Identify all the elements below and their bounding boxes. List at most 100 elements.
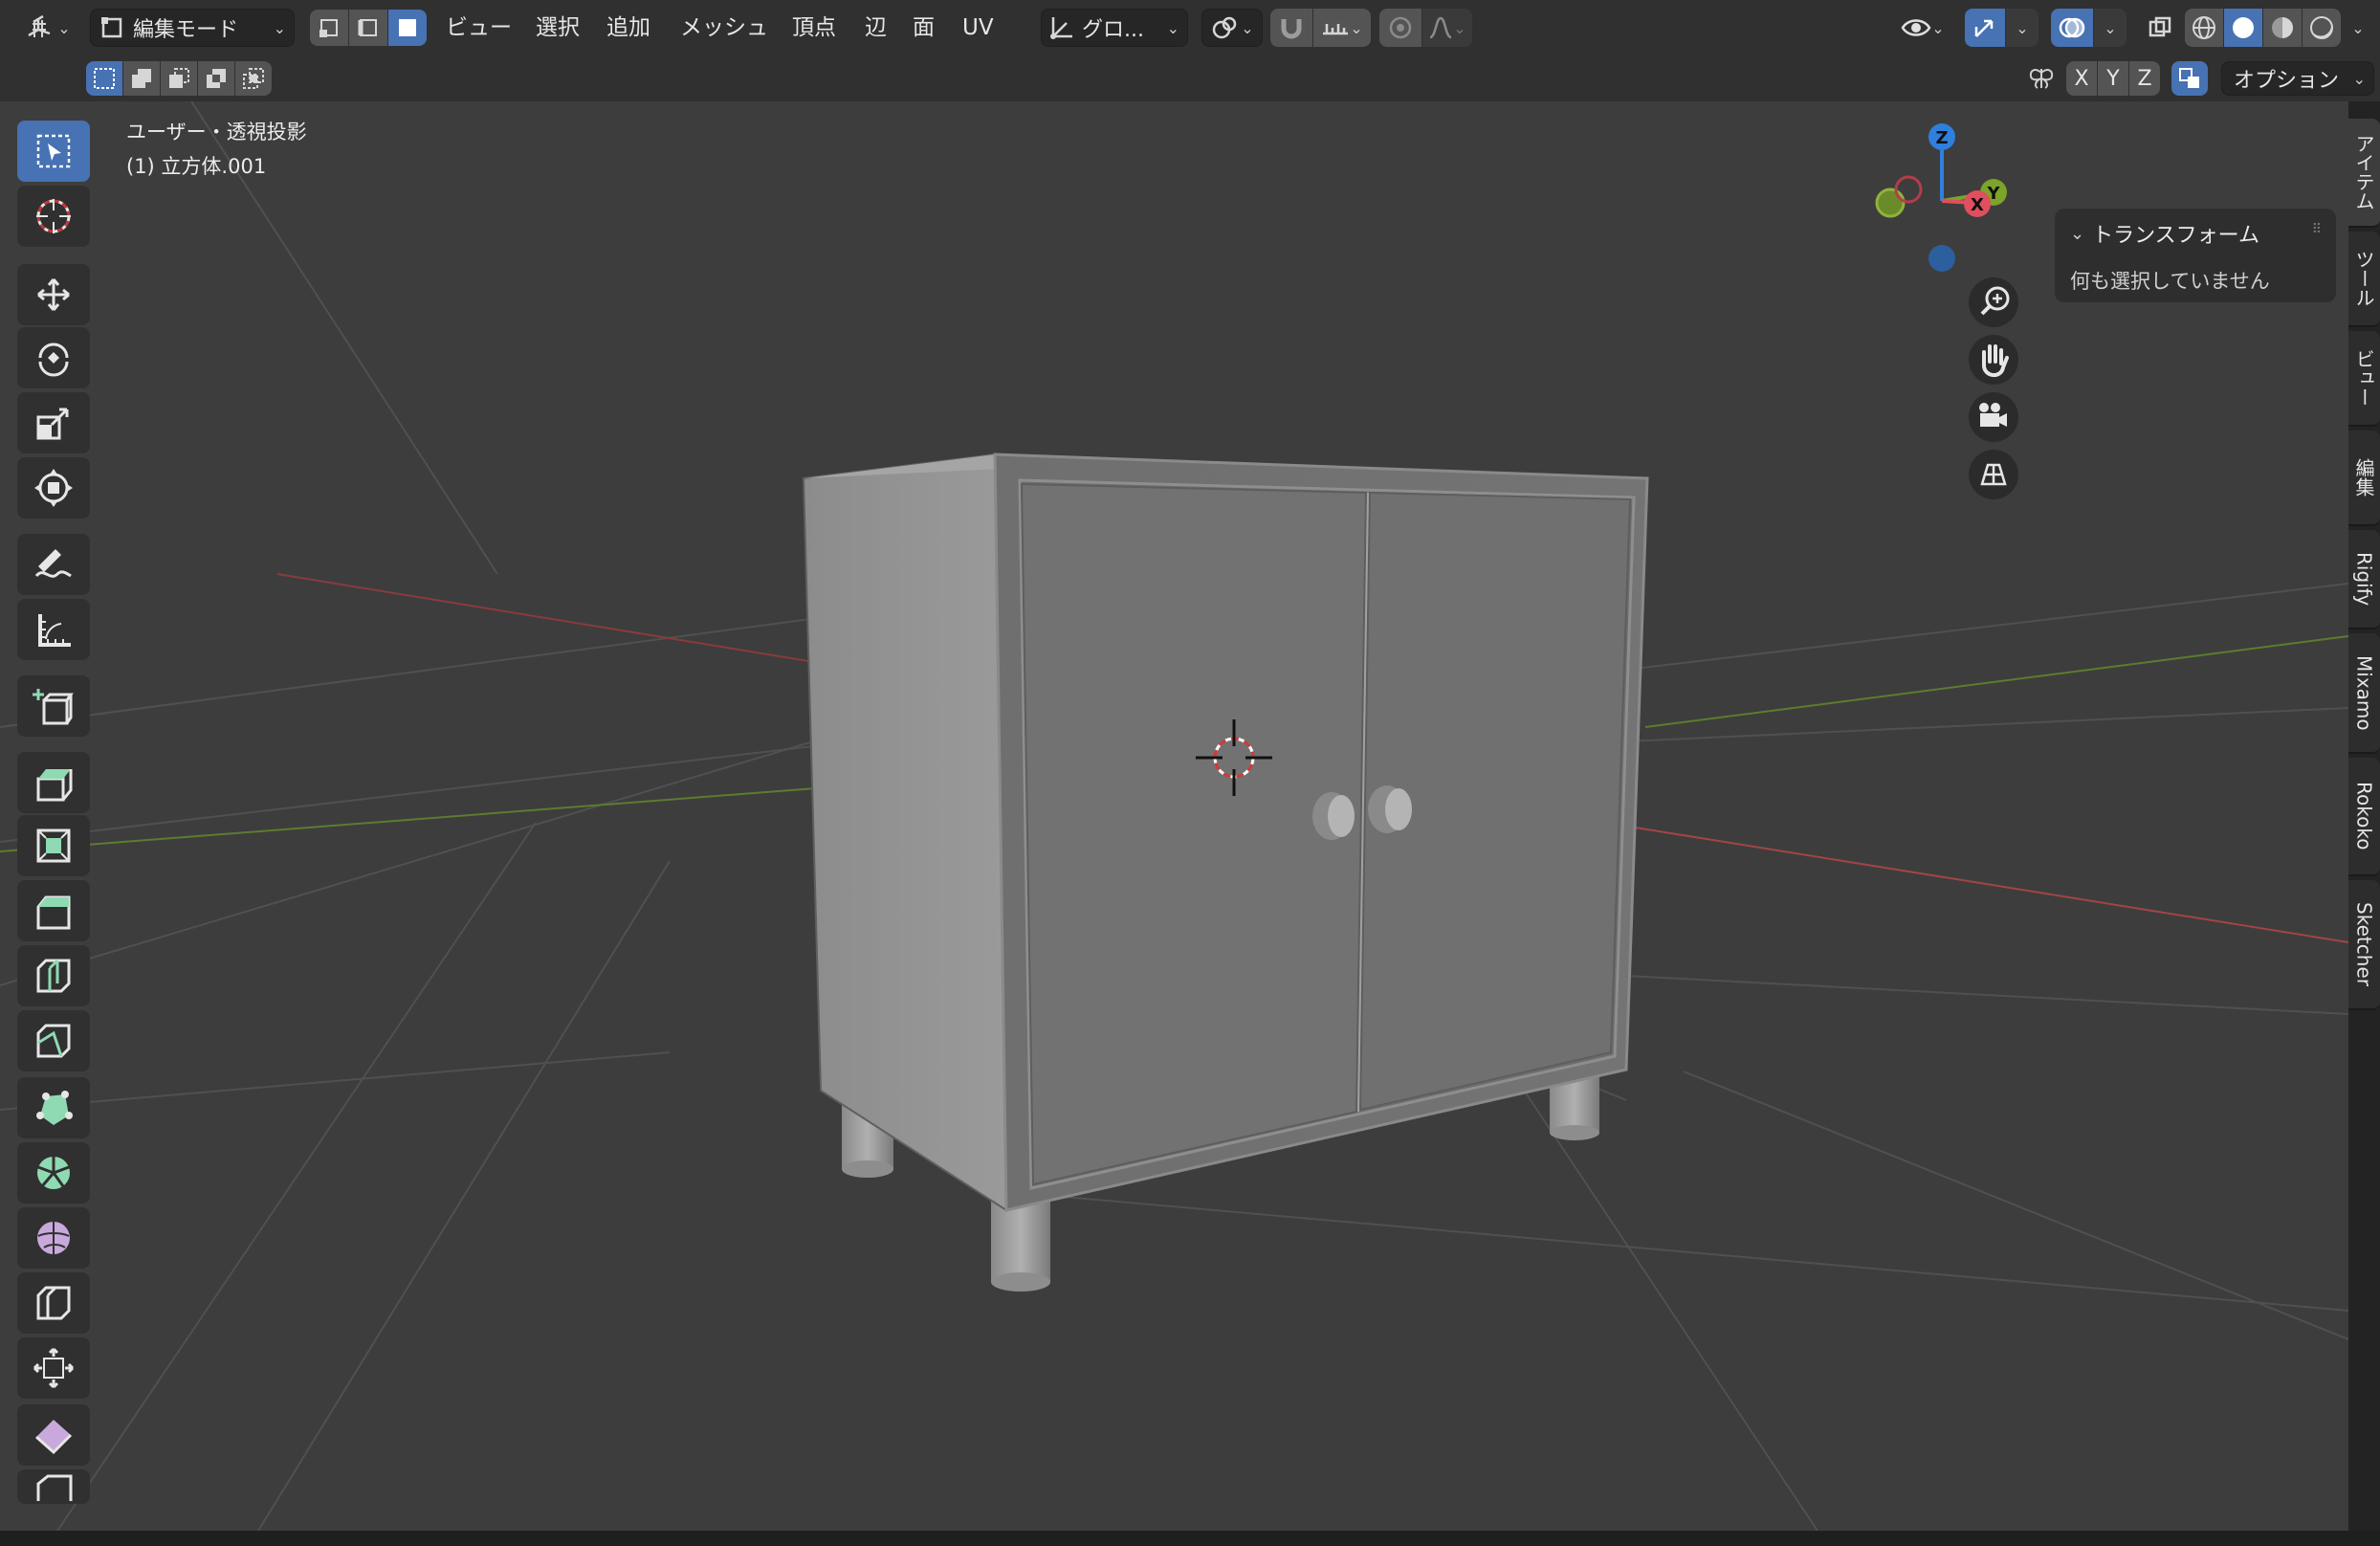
visibility-selectability-dropdown[interactable]: ⌄ [1896,9,1950,47]
menu-uv[interactable]: UV [957,10,1000,46]
tool-rotate[interactable] [17,327,90,388]
mirror-y-toggle[interactable]: Y [2098,61,2128,96]
tool-cursor[interactable] [17,186,90,247]
tool-move[interactable] [17,264,90,325]
edge-select-mode-button[interactable] [349,10,387,46]
menu-vertex[interactable]: 頂点 [786,10,842,46]
gizmo-neg-x-axis[interactable] [1894,175,1923,204]
tool-shear[interactable] [17,1404,90,1466]
chevron-down-icon: ⌄ [1166,18,1179,37]
tab-tool[interactable]: ツール [2348,232,2380,327]
selection-mode-difference[interactable] [198,61,234,96]
tool-loop-cut[interactable] [17,945,90,1006]
shading-material-button[interactable] [2263,9,2302,47]
face-select-mode-button[interactable] [388,10,427,46]
gizmo-neg-y-axis[interactable] [1875,188,1906,218]
tab-view[interactable]: ビュー [2348,331,2380,427]
tool-add-cube[interactable] [17,675,90,737]
editor-type-button[interactable]: ⌄ [21,9,75,47]
y-axis-line [0,782,891,852]
sidebar-panel: ⌄ トランスフォーム ⠿ 何も選択していません [2055,209,2336,302]
shading-options-dropdown[interactable]: ⌄ [2342,9,2374,47]
transform-orientation-dropdown[interactable]: グロ... ⌄ [1041,9,1188,47]
menu-add[interactable]: 追加 [601,10,656,46]
inset-faces-icon [36,828,71,863]
selection-mode-new[interactable] [86,61,122,96]
options-dropdown[interactable]: オプション ⌄ [2221,61,2374,96]
chevron-down-icon: ⌄ [2016,18,2029,37]
drag-handle-icon[interactable]: ⠿ [2312,222,2323,237]
tool-rip[interactable] [17,1469,90,1504]
gizmo-neg-z-axis[interactable] [1928,245,1955,272]
mirror-z-toggle[interactable]: Z [2129,61,2160,96]
edge-select-icon [358,19,377,36]
mode-label: 編集モード [133,18,239,42]
tool-smooth[interactable] [17,1207,90,1269]
tab-rokoko-label: Rokoko [2352,782,2376,850]
tool-knife[interactable] [17,1010,90,1071]
projection-toggle-button[interactable] [1969,450,2018,499]
camera-view-button[interactable] [1969,392,2018,442]
selection-mode-intersect[interactable] [235,61,272,96]
tab-rokoko[interactable]: Rokoko [2348,758,2380,876]
tool-transform[interactable] [17,457,90,519]
gizmo-dropdown[interactable]: ⌄ [2006,9,2038,47]
xray-toggle[interactable] [2139,9,2181,47]
tool-annotate[interactable] [17,534,90,595]
tab-mixamo[interactable]: Mixamo [2348,633,2380,754]
eye-icon [1901,19,1931,36]
mirror-y-label: Y [2106,66,2120,91]
tool-extrude[interactable] [17,752,90,813]
proportional-editing-toggle[interactable] [1379,9,1421,47]
tool-select-box[interactable] [17,121,90,182]
auto-merge-toggle[interactable] [2171,61,2208,96]
tool-inset[interactable] [17,815,90,876]
tab-edit[interactable]: 編集 [2348,431,2380,526]
tool-scale[interactable] [17,392,90,453]
transform-panel-header[interactable]: ⌄ トランスフォーム [2070,218,2259,249]
tool-edge-slide[interactable] [17,1272,90,1334]
wireframe-sphere-icon [2193,16,2215,39]
snap-target-dropdown[interactable]: ⌄ [1313,9,1371,47]
menu-face[interactable]: 面 [907,10,940,46]
chevron-down-icon: ⌄ [1453,18,1466,37]
edge-slide-icon [36,1286,71,1320]
chevron-down-icon: ⌄ [273,18,286,37]
mirror-x-toggle[interactable]: X [2066,61,2097,96]
material-sphere-icon [2272,17,2293,38]
shading-rendered-button[interactable] [2303,9,2341,47]
tool-measure[interactable] [17,599,90,660]
proportional-falloff-dropdown[interactable]: ⌄ [1422,9,1472,47]
overlays-dropdown[interactable]: ⌄ [2094,9,2127,47]
menu-view[interactable]: ビュー [440,10,518,46]
tab-rigify[interactable]: Rigify [2348,530,2380,629]
shading-wireframe-button[interactable] [2185,9,2223,47]
gizmo-toggle[interactable] [1965,9,2005,47]
tool-bevel[interactable] [17,880,90,941]
tab-item[interactable]: アイテム [2348,119,2380,228]
3d-viewport[interactable]: Z Y X ユーザー・透視投影 (1) 立方体.001 ⌄ トランスフォーム ⠿… [0,101,2348,1531]
tool-spin[interactable] [17,1142,90,1204]
pivot-point-dropdown[interactable]: ⌄ [1201,9,1263,47]
rendered-sphere-icon [2310,16,2333,39]
snap-toggle[interactable] [1270,9,1312,47]
tab-sketcher[interactable]: Sketcher [2348,880,2380,1010]
tab-view-label: ビュー [2352,349,2375,407]
mirror-options-button[interactable] [2020,61,2062,96]
navigation-gizmo[interactable]: Z Y X [1875,123,2007,272]
rip-region-icon [36,1474,73,1501]
menu-edge[interactable]: 辺 [859,10,892,46]
selection-mode-subtract[interactable] [161,61,197,96]
menu-mesh[interactable]: メッシュ [674,10,774,46]
overlays-toggle[interactable] [2051,9,2093,47]
zoom-button[interactable] [1969,277,2018,327]
shading-solid-button[interactable] [2224,9,2262,47]
tool-poly-build[interactable] [17,1077,90,1138]
cabinet-mesh[interactable] [802,453,1649,1212]
pan-button[interactable] [1969,335,2018,385]
menu-select[interactable]: 選択 [530,10,585,46]
vertex-select-mode-button[interactable] [310,10,348,46]
tool-shrink-fatten[interactable] [17,1337,90,1399]
mode-dropdown[interactable]: 編集モード ⌄ [90,9,295,47]
selection-mode-extend[interactable] [123,61,160,96]
